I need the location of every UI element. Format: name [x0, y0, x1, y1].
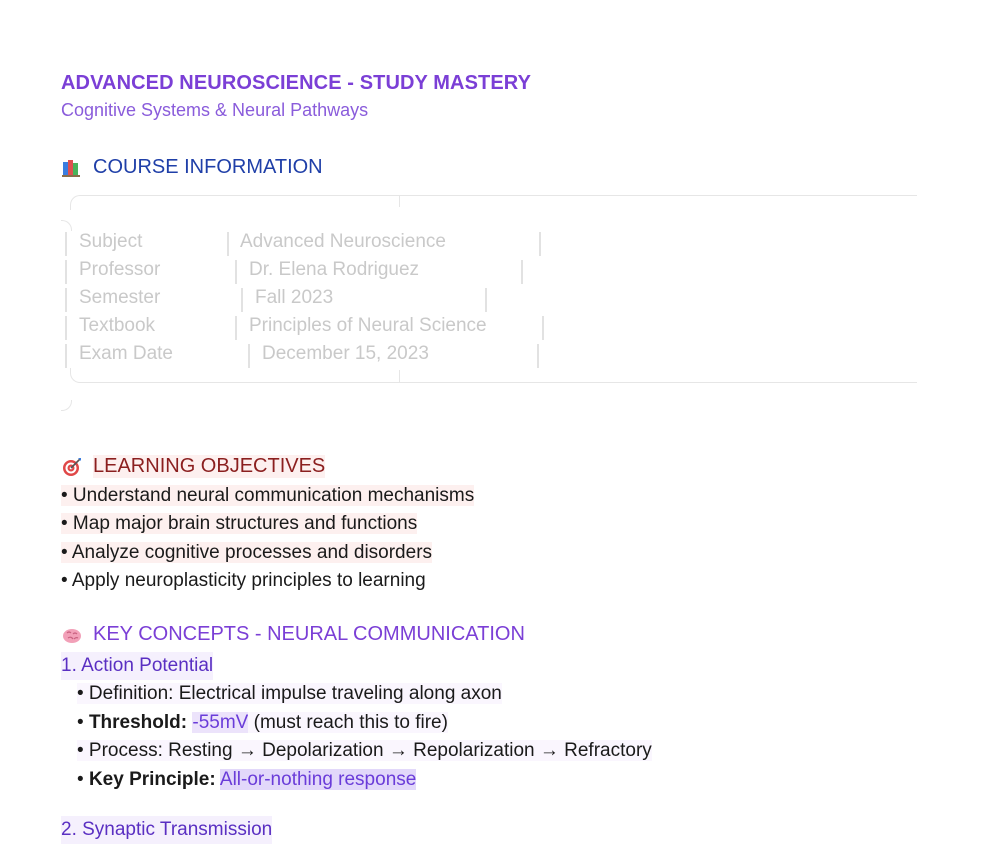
list-item: • Definition: Electrical impulse traveli…: [77, 683, 502, 705]
table-label: Semester: [79, 287, 161, 308]
document: ADVANCED NEUROSCIENCE - STUDY MASTERY Co…: [61, 72, 941, 845]
principle-value: All-or-nothing response: [219, 768, 417, 790]
course-info-heading: COURSE INFORMATION: [61, 156, 941, 179]
table-value: December 15, 2023: [262, 343, 429, 364]
books-icon: [62, 159, 80, 177]
table-frame-top: [70, 195, 917, 210]
table-value: Principles of Neural Science: [249, 315, 487, 336]
table-frame-hook: [61, 400, 72, 411]
key-concepts-heading: KEY CONCEPTS - NEURAL COMMUNICATION: [61, 623, 941, 646]
threshold-label: Threshold:: [88, 711, 188, 733]
list-item: • Analyze cognitive processes and disord…: [61, 541, 433, 563]
key-concepts-heading-text: KEY CONCEPTS - NEURAL COMMUNICATION: [93, 623, 525, 646]
table-label: Exam Date: [79, 343, 173, 364]
course-info-heading-text: COURSE INFORMATION: [93, 156, 323, 178]
list-item: • Key Principle: All-or-nothing response: [77, 768, 417, 790]
table-value: Dr. Elena Rodriguez: [249, 259, 420, 280]
threshold-value: -55mV: [192, 711, 249, 733]
table-frame-divider: [399, 195, 400, 207]
threshold-note: (must reach this to fire): [248, 711, 448, 733]
objectives-heading: LEARNING OBJECTIVES: [61, 455, 941, 478]
table-value: Advanced Neuroscience: [240, 231, 446, 252]
synaptic-heading: 2. Synaptic Transmission: [61, 816, 273, 845]
action-potential-heading: 1. Action Potential: [61, 652, 214, 681]
course-info-table: Subject Advanced Neuroscience Professor …: [61, 187, 941, 417]
table-label: Subject: [79, 231, 143, 252]
table-label: Textbook: [79, 315, 156, 336]
target-icon: [63, 457, 81, 476]
table-frame-divider: [399, 370, 400, 382]
principle-label: Key Principle:: [88, 768, 216, 790]
objectives-section: LEARNING OBJECTIVES • Understand neural …: [61, 455, 941, 595]
list-item: • Threshold: -55mV (must reach this to f…: [77, 711, 448, 733]
table-frame-bottom: [70, 368, 917, 383]
objectives-list: • Understand neural communication mechan…: [61, 482, 941, 595]
list-item: • Map major brain structures and functio…: [61, 513, 418, 535]
document-subtitle: Cognitive Systems & Neural Pathways: [61, 100, 369, 120]
table-value: Fall 2023: [255, 287, 334, 308]
action-potential-list: • Definition: Electrical impulse traveli…: [77, 680, 941, 794]
objectives-heading-text: LEARNING OBJECTIVES: [93, 455, 326, 478]
key-concepts-section: KEY CONCEPTS - NEURAL COMMUNICATION 1. A…: [61, 623, 941, 845]
brain-icon: [63, 628, 81, 643]
table-label: Professor: [79, 259, 161, 280]
document-title: ADVANCED NEUROSCIENCE - STUDY MASTERY: [61, 72, 532, 94]
list-item: • Understand neural communication mechan…: [61, 485, 475, 506]
list-item: • Apply neuroplasticity principles to le…: [61, 569, 426, 591]
table-frame-hook: [61, 220, 72, 231]
list-item: • Process: Resting → Depolarization → Re…: [77, 740, 652, 762]
